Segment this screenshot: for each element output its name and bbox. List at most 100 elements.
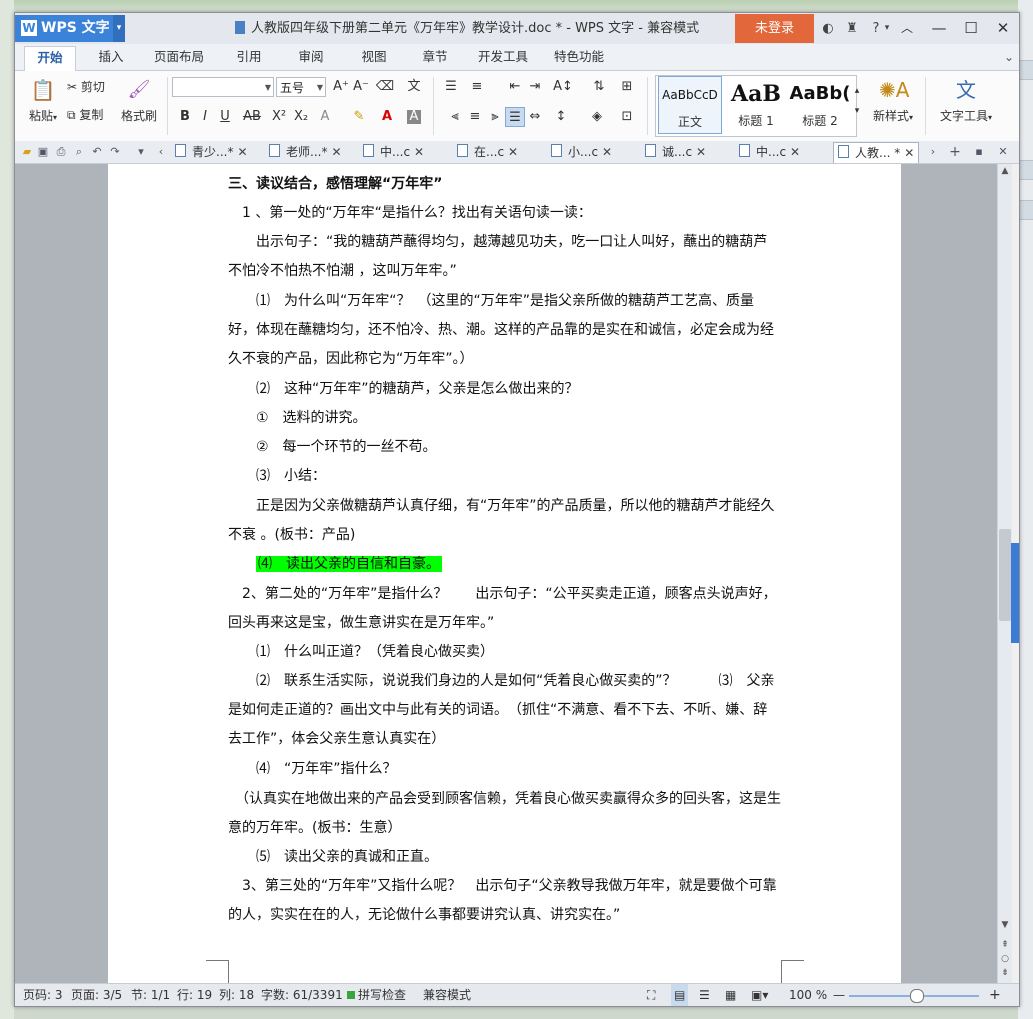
shrink-font-icon[interactable]: A⁻ bbox=[351, 77, 371, 97]
tab-home[interactable]: 开始 bbox=[24, 46, 76, 72]
scroll-top-icon[interactable]: ▲ bbox=[998, 166, 1012, 176]
font-name-select[interactable]: ▼ bbox=[172, 77, 274, 97]
tab-review[interactable]: 审阅 bbox=[287, 44, 335, 70]
doc-paragraph[interactable]: ⑵ 这种“万年牢”的糖葫芦，父亲是怎么做出来的？ bbox=[228, 375, 781, 404]
copy-button[interactable]: ⧉ 复制 bbox=[67, 105, 103, 125]
chevron-down-icon[interactable]: ⌄ bbox=[1001, 44, 1017, 70]
zoom-slider-thumb[interactable] bbox=[910, 989, 924, 1003]
char-shading-icon[interactable]: A bbox=[407, 110, 421, 124]
tab-insert[interactable]: 插入 bbox=[87, 44, 135, 70]
bold-icon[interactable]: B bbox=[175, 107, 195, 127]
border-icon[interactable]: ⊡ bbox=[617, 107, 637, 127]
chevron-down-icon[interactable]: ▾ bbox=[133, 141, 149, 163]
zoom-out-icon[interactable]: — bbox=[833, 984, 845, 1006]
chevron-right-icon[interactable]: › bbox=[925, 141, 941, 163]
bullet-list-icon[interactable]: ☰ bbox=[441, 77, 461, 97]
doc-tab[interactable]: 老师...* ✕ bbox=[269, 142, 342, 162]
tab-list-icon[interactable]: ▪ bbox=[971, 141, 987, 163]
tab-references[interactable]: 引用 bbox=[225, 44, 273, 70]
doc-tab-active[interactable]: 人教... * ✕ bbox=[833, 142, 920, 163]
close-icon[interactable]: ✕ bbox=[331, 145, 341, 159]
side-panel-tab[interactable] bbox=[1011, 543, 1019, 643]
doc-paragraph[interactable]: 2、第二处的“万年牢”是指什么？ 出示句子：“公平买卖走正道，顾客点头说声好，回… bbox=[228, 580, 781, 638]
tab-page-layout[interactable]: 页面布局 bbox=[147, 44, 211, 70]
strikethrough-icon[interactable]: AB bbox=[239, 107, 265, 127]
undo-icon[interactable]: ↶ bbox=[89, 141, 105, 163]
new-tab-icon[interactable]: + bbox=[947, 141, 963, 163]
align-right-icon[interactable]: ⫸ bbox=[485, 107, 505, 127]
close-icon[interactable]: ✕ bbox=[414, 145, 424, 159]
close-all-icon[interactable]: ✕ bbox=[995, 141, 1011, 163]
tab-special[interactable]: 特色功能 bbox=[547, 44, 611, 70]
tab-view[interactable]: 视图 bbox=[350, 44, 398, 70]
subscript-icon[interactable]: X₂ bbox=[291, 107, 311, 127]
doc-tab[interactable]: 在...c ✕ bbox=[457, 142, 518, 162]
outline-view-icon[interactable]: ☰ bbox=[699, 984, 710, 1006]
close-icon[interactable]: ✕ bbox=[987, 13, 1019, 44]
doc-tab[interactable]: 诚...c ✕ bbox=[645, 142, 706, 162]
doc-paragraph[interactable]: 正是因为父亲做糖葫芦认真仔细，有“万年牢”的产品质量，所以他的糖葫芦才能经久不衰… bbox=[228, 492, 781, 550]
maximize-icon[interactable]: ☐ bbox=[955, 13, 987, 44]
align-justify-icon[interactable]: ☰ bbox=[505, 107, 525, 127]
cut-button[interactable]: ✂ 剪切 bbox=[67, 77, 105, 97]
doc-paragraph[interactable]: ⑸ 读出父亲的真诚和正直。 bbox=[228, 843, 781, 872]
grow-font-icon[interactable]: A⁺ bbox=[331, 77, 351, 97]
doc-paragraph[interactable]: ① 选料的讲究。 bbox=[228, 404, 781, 433]
status-words[interactable]: 字数: 61/3391 bbox=[261, 984, 343, 1006]
spell-check-toggle[interactable]: 拼写检查 bbox=[347, 984, 406, 1006]
fullscreen-view-icon[interactable]: ⛶ bbox=[647, 984, 655, 1006]
doc-tab[interactable]: 青少...* ✕ bbox=[175, 142, 248, 162]
print-icon[interactable]: ⎙ bbox=[53, 141, 69, 163]
wps-app-menu-button[interactable]: W WPS 文字 ▾ bbox=[15, 15, 125, 42]
clear-format-icon[interactable]: ⌫ bbox=[375, 77, 395, 97]
close-icon[interactable]: ✕ bbox=[696, 145, 706, 159]
superscript-icon[interactable]: X² bbox=[269, 107, 289, 127]
new-style-button[interactable]: ✺A 新样式▾ bbox=[865, 75, 921, 137]
gallery-scroll-icon[interactable]: ▴ ▾ bbox=[851, 81, 863, 116]
reading-view-icon[interactable]: ▣▾ bbox=[751, 984, 768, 1006]
tab-chapter[interactable]: 章节 bbox=[411, 44, 459, 70]
style-heading-2[interactable]: AaBb( 标题 2 bbox=[788, 76, 852, 134]
numbered-list-icon[interactable]: ≡ bbox=[467, 77, 487, 97]
font-size-select[interactable]: 五号 ▼ bbox=[276, 77, 326, 97]
shading-icon[interactable]: ◈ bbox=[587, 107, 607, 127]
vertical-scrollbar[interactable]: ▲ ▼ ⇞ ○ ⇟ bbox=[997, 164, 1012, 983]
prev-page-icon[interactable]: ⇞ bbox=[998, 940, 1012, 950]
char-scale-icon[interactable]: A↕ bbox=[553, 77, 573, 97]
select-browse-icon[interactable]: ○ bbox=[998, 954, 1012, 964]
chevron-left-icon[interactable]: ‹ bbox=[153, 141, 169, 163]
doc-paragraph[interactable]: （认真实在地做出来的产品会受到顾客信赖，凭着良心做买卖赢得众多的回头客，这是生意… bbox=[228, 785, 781, 843]
close-icon[interactable]: ✕ bbox=[237, 145, 247, 159]
close-icon[interactable]: ✕ bbox=[508, 145, 518, 159]
text-tools-button[interactable]: 文 文字工具▾ bbox=[933, 75, 999, 137]
doc-heading[interactable]: 三、读议结合，感悟理解“万年牢” bbox=[228, 170, 781, 199]
doc-paragraph-highlighted[interactable]: ⑷ 读出父亲的自信和自豪。 bbox=[228, 550, 781, 579]
scrollbar-thumb[interactable] bbox=[999, 529, 1011, 621]
doc-paragraph[interactable]: ⑴ 为什么叫“万年牢“？ （这里的“万年牢”是指父亲所做的糖葫芦工艺高、质量好，… bbox=[228, 287, 781, 374]
distribute-icon[interactable]: ⇔ bbox=[525, 107, 545, 127]
highlighted-text[interactable]: ⑷ 读出父亲的自信和自豪。 bbox=[256, 556, 442, 572]
underline-icon[interactable]: U bbox=[215, 107, 235, 127]
shirt-icon[interactable]: ♜ bbox=[841, 13, 863, 44]
doc-paragraph[interactable]: ⑷ “万年牢”指什么？ bbox=[228, 755, 781, 784]
italic-icon[interactable]: I bbox=[195, 107, 215, 127]
scroll-down-icon[interactable]: ▼ bbox=[998, 920, 1012, 930]
zoom-in-icon[interactable]: + bbox=[989, 984, 1001, 1006]
next-page-icon[interactable]: ⇟ bbox=[998, 968, 1012, 978]
table-borders-icon[interactable]: ⊞ bbox=[617, 77, 637, 97]
skin-icon[interactable]: ◐ bbox=[817, 13, 839, 44]
close-icon[interactable]: ✕ bbox=[602, 145, 612, 159]
align-left-icon[interactable]: ⫷ bbox=[445, 107, 465, 127]
line-spacing-icon[interactable]: ↕ bbox=[551, 107, 571, 127]
print-preview-icon[interactable]: ⌕ bbox=[71, 141, 87, 163]
increase-indent-icon[interactable]: ⇥ bbox=[525, 77, 545, 97]
redo-icon[interactable]: ↷ bbox=[107, 141, 123, 163]
doc-tab[interactable]: 中...c ✕ bbox=[363, 142, 424, 162]
close-icon[interactable]: ✕ bbox=[790, 145, 800, 159]
doc-tab[interactable]: 小...c ✕ bbox=[551, 142, 612, 162]
minimize-icon[interactable]: — bbox=[923, 13, 955, 44]
doc-paragraph[interactable]: 出示句子：“我的糖葫芦蘸得均匀，越薄越见功夫，吃一口让人叫好，蘸出的糖葫芦不怕冷… bbox=[228, 228, 781, 286]
sort-icon[interactable]: ⇅ bbox=[589, 77, 609, 97]
page-view-icon[interactable]: ▤ bbox=[671, 984, 689, 1006]
pinyin-icon[interactable]: 文 bbox=[401, 77, 427, 97]
